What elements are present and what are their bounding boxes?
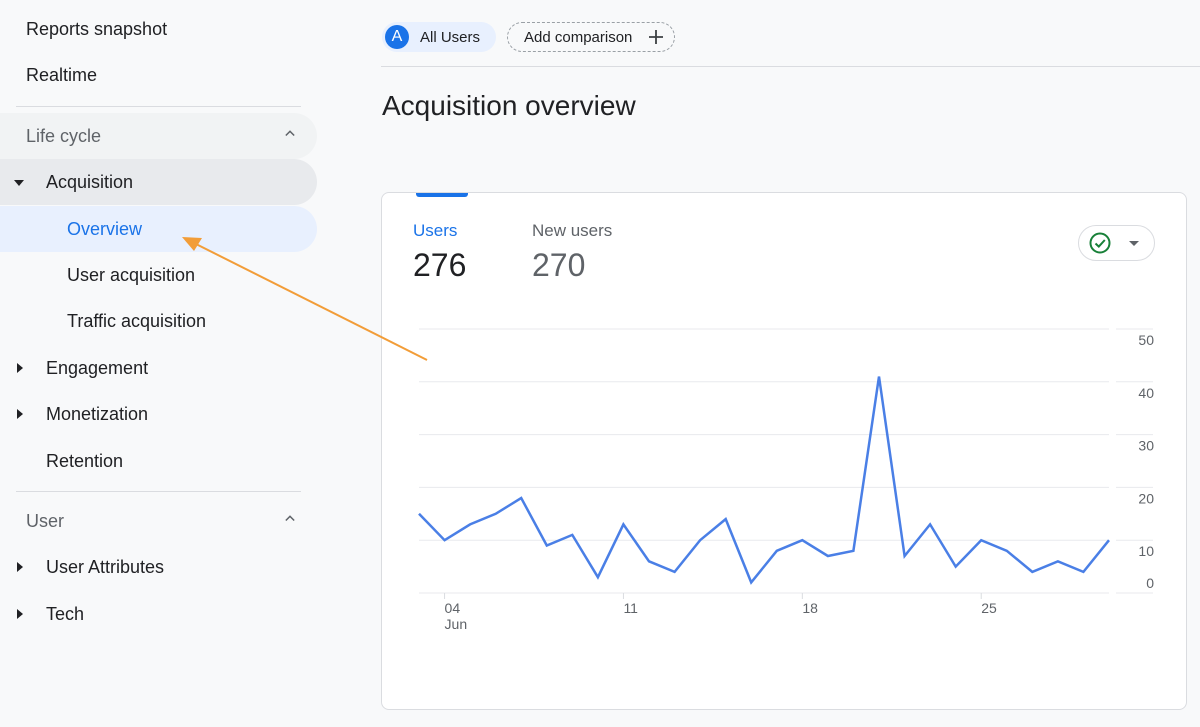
x-tick-label: 04 — [445, 600, 461, 616]
users-line-chart: 0 10 20 30 40 50 04Jun 11 18 25 — [418, 328, 1154, 632]
x-tick-label: 25 — [981, 600, 997, 616]
series-line-users — [418, 376, 1110, 585]
y-tick-label: 30 — [1138, 438, 1154, 454]
y-tick-label: 10 — [1138, 543, 1154, 559]
x-tick-label: 11 — [623, 600, 638, 616]
y-tick-label: 40 — [1138, 385, 1154, 401]
y-tick-label: 50 — [1138, 332, 1154, 348]
x-tick-sublabel: Jun — [445, 616, 468, 632]
x-tick-label: 18 — [802, 600, 818, 616]
y-tick-label: 0 — [1146, 575, 1154, 591]
y-tick-label: 20 — [1138, 490, 1154, 506]
